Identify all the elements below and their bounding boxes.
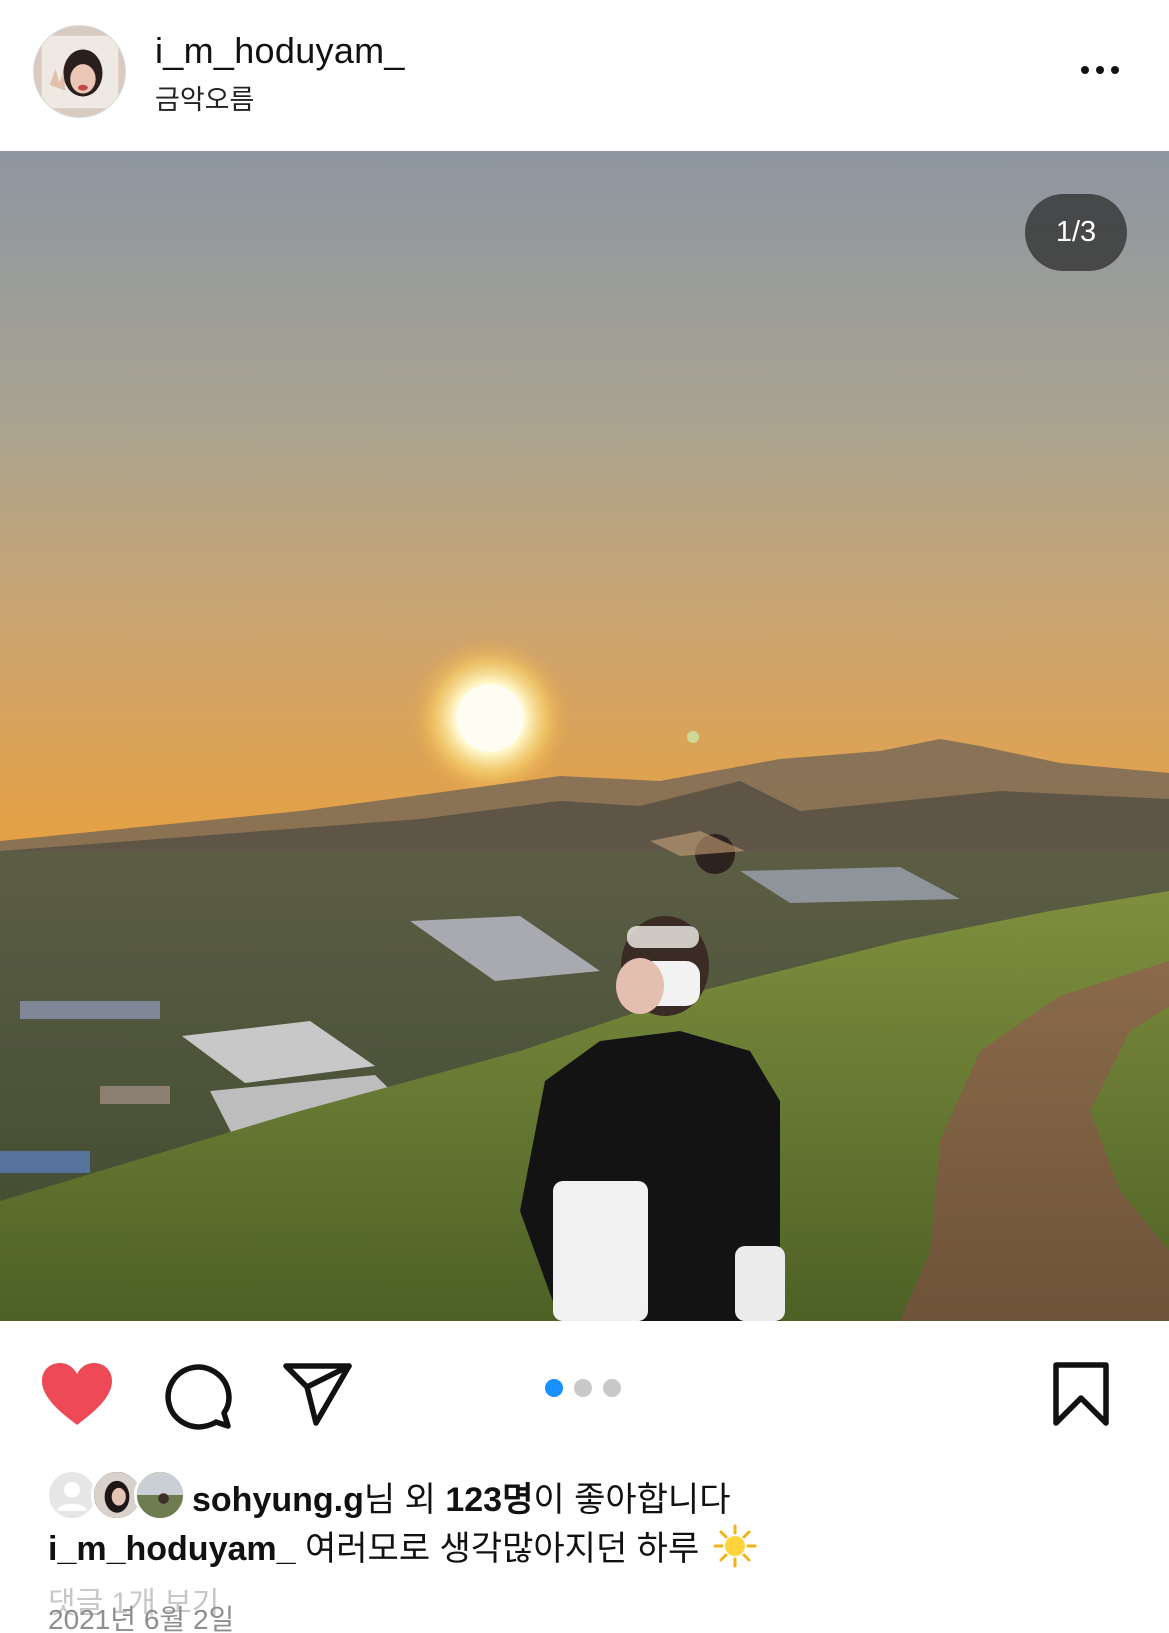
carousel-indicator	[545, 1379, 621, 1397]
share-button[interactable]	[283, 1363, 353, 1427]
post-username[interactable]: i_m_hoduyam_	[155, 30, 405, 72]
post-date: 2021년 6월 2일	[48, 1604, 235, 1633]
action-bar	[0, 1321, 1169, 1451]
caption-text: 여러모로 생각많아지던 하루	[304, 1530, 700, 1568]
carousel-dot-active	[545, 1379, 563, 1397]
post-caption: i_m_hoduyam_ 여러모로 생각많아지던 하루	[48, 1521, 757, 1570]
more-options-button[interactable]	[1068, 50, 1132, 90]
carousel-dot	[574, 1379, 592, 1397]
post-header: i_m_hoduyam_ 금악오름	[0, 0, 1169, 151]
likes-count[interactable]: 123명	[445, 1481, 533, 1519]
liker-avatar	[134, 1469, 186, 1521]
more-dot	[1096, 66, 1104, 74]
bookmark-button[interactable]	[1052, 1361, 1110, 1427]
heart-filled-icon	[42, 1363, 112, 1425]
profile-avatar[interactable]	[33, 25, 126, 118]
likes-summary[interactable]: sohyung.g님 외 123명이 좋아합니다	[192, 1472, 731, 1521]
paper-plane-icon	[283, 1363, 352, 1426]
carousel-dot	[603, 1379, 621, 1397]
likes-suffix: 님 외	[363, 1481, 446, 1519]
post-location[interactable]: 금악오름	[155, 78, 254, 117]
likes-suffix-2: 이 좋아합니다	[533, 1481, 731, 1519]
liker-avatars[interactable]	[46, 1466, 186, 1522]
more-dot	[1111, 66, 1119, 74]
photo-counter: 1/3	[1025, 194, 1127, 271]
like-button[interactable]	[40, 1361, 114, 1427]
caption-username[interactable]: i_m_hoduyam_	[48, 1530, 296, 1568]
post-photo[interactable]	[0, 151, 1169, 1321]
liker-username[interactable]: sohyung.g	[192, 1481, 364, 1519]
comment-button[interactable]	[163, 1361, 233, 1431]
likes-row: sohyung.g님 외 123명이 좋아합니다	[46, 1466, 1146, 1522]
liker-avatar-image	[137, 1472, 183, 1518]
bookmark-icon	[1053, 1362, 1109, 1426]
default-user-icon	[49, 1472, 95, 1518]
sun-emoji-icon	[713, 1524, 757, 1568]
more-dot	[1081, 66, 1089, 74]
avatar-image	[34, 26, 125, 117]
sunset-photo	[0, 151, 1169, 1321]
comment-bubble-icon	[165, 1364, 232, 1430]
